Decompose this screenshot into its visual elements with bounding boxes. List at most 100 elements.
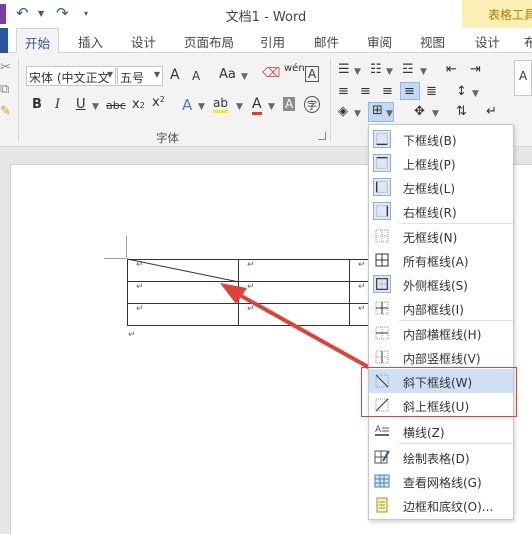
line-spacing-icon[interactable]: ↕ [456, 84, 467, 99]
font-name-dropdown-icon[interactable]: ▼ [107, 70, 113, 79]
italic-button[interactable]: I [55, 97, 60, 112]
sort-icon[interactable]: ⇅ [456, 104, 467, 119]
font-color-button[interactable]: A [252, 96, 262, 115]
shading-dropdown-icon[interactable]: ▼ [354, 109, 361, 119]
align-right-icon[interactable]: ≡ [382, 84, 393, 99]
clear-formatting-icon[interactable]: ⌫ [262, 66, 280, 81]
menu-item-label: 边框和底纹(O)... [403, 500, 494, 514]
menu-item-outside-borders[interactable]: 外侧框线(S) [369, 272, 513, 296]
menu-item-no-border[interactable]: 无框线(N) [369, 224, 513, 248]
menu-item-draw-table[interactable]: 绘制表格(D) [369, 445, 513, 469]
align-left-icon[interactable]: ≡ [338, 84, 349, 99]
paragraph-mark: ↵ [128, 330, 136, 340]
bullets-dropdown-icon[interactable]: ▼ [354, 67, 361, 77]
character-shading-button[interactable]: A [283, 97, 296, 111]
font-size-dropdown-icon[interactable]: ▼ [154, 70, 160, 79]
distributed-icon[interactable]: ≣ [426, 84, 437, 99]
styles-gallery[interactable]: A [514, 60, 532, 96]
table-cell[interactable]: ↵ [127, 259, 239, 282]
increase-indent-icon[interactable]: ⇥ [470, 62, 481, 77]
asian-layout-dropdown-icon[interactable]: ▼ [432, 109, 439, 119]
table-cell[interactable]: ↵ [127, 303, 239, 326]
table-cell[interactable]: ↵ [238, 281, 350, 304]
tab-design[interactable]: 设计 [131, 32, 156, 51]
bullets-icon[interactable]: ☰ [338, 62, 350, 77]
menu-item-left-border[interactable]: 左框线(L) [369, 175, 513, 199]
subscript-button[interactable]: x2 [132, 97, 145, 112]
top-border-icon [373, 154, 391, 172]
multilevel-dropdown-icon[interactable]: ▼ [420, 67, 427, 77]
tab-table-design[interactable]: 设计 [475, 32, 500, 51]
character-border-button[interactable]: A [305, 66, 320, 82]
decrease-indent-icon[interactable]: ⇤ [446, 62, 457, 77]
align-center-icon[interactable]: ≡ [360, 84, 371, 99]
asian-layout-icon[interactable]: ✥ [414, 104, 425, 119]
text-effects-button[interactable]: A [182, 96, 192, 114]
format-painter-icon[interactable]: ✎ [0, 104, 11, 119]
menu-item-label: 内部框线(I) [403, 303, 464, 317]
superscript-button[interactable]: x2 [152, 95, 165, 110]
menu-item-all-borders[interactable]: 所有框线(A) [369, 248, 513, 272]
change-case-button[interactable]: Aa [219, 67, 236, 82]
tab-page-layout[interactable]: 页面布局 [184, 32, 234, 51]
font-color-dropdown-icon[interactable]: ▼ [268, 102, 275, 112]
font-name-combo[interactable]: 宋体 (中文正文 ▼ [26, 66, 116, 86]
font-dialog-launcher[interactable] [318, 132, 326, 140]
shading-icon[interactable]: ◈ [338, 104, 348, 119]
tab-view[interactable]: 视图 [420, 32, 445, 51]
menu-item-top-border[interactable]: 上框线(P) [369, 151, 513, 175]
menu-item-right-border[interactable]: 右框线(R) [369, 199, 513, 223]
menu-item-bottom-border[interactable]: 下框线(B) [369, 127, 513, 151]
cut-icon[interactable]: ✂ [0, 60, 11, 75]
grow-font-button[interactable]: A [170, 67, 180, 83]
menu-item-label: 所有框线(A) [403, 255, 469, 269]
highlight-dropdown-icon[interactable]: ▼ [236, 102, 243, 112]
table-cell[interactable]: ↵ [238, 303, 350, 326]
menu-item-borders-shading[interactable]: 边框和底纹(O)... [369, 493, 513, 517]
diagonal-down-border-icon [375, 374, 389, 388]
table-cell[interactable]: ↵ [127, 281, 239, 304]
menu-item-diagonal-down[interactable]: 斜下框线(W) [369, 369, 513, 393]
font-size-combo[interactable]: 五号 ▼ [117, 66, 163, 86]
highlight-color-button[interactable]: ab [213, 96, 228, 113]
tab-review[interactable]: 审阅 [367, 32, 392, 51]
menu-item-inside-vertical[interactable]: 内部竖框线(V) [369, 345, 513, 369]
outside-borders-icon [373, 275, 391, 293]
table-cell[interactable]: ↵ [238, 259, 350, 282]
draw-table-icon [374, 450, 390, 464]
borders-dropdown-icon[interactable]: ▼ [386, 109, 393, 119]
tab-insert[interactable]: 插入 [78, 32, 103, 51]
shrink-font-button[interactable]: A [192, 69, 200, 83]
menu-item-horizontal-line[interactable]: A 横线(Z) [369, 419, 513, 443]
tab-references[interactable]: 引用 [260, 32, 285, 51]
copy-icon[interactable]: ⧉ [0, 82, 9, 97]
enclose-characters-button[interactable]: 字 [304, 96, 320, 113]
strikethrough-button[interactable]: abc [106, 99, 126, 112]
tab-table-layout[interactable]: 布 [524, 32, 532, 51]
underline-button[interactable]: U [76, 97, 86, 112]
line-spacing-dropdown-icon[interactable]: ▼ [472, 89, 479, 99]
numbering-dropdown-icon[interactable]: ▼ [386, 67, 393, 77]
window-title: 文档1 - Word [225, 10, 307, 25]
menu-item-inside-horizontal[interactable]: 内部横框线(H) [369, 321, 513, 345]
svg-text:A: A [375, 425, 382, 435]
show-marks-icon[interactable]: ↵ [486, 104, 497, 119]
menu-item-inside-borders[interactable]: 内部框线(I) [369, 296, 513, 320]
numbering-icon[interactable]: ☷ [370, 62, 382, 77]
view-gridlines-icon [374, 474, 390, 488]
menu-item-label: 内部竖框线(V) [403, 352, 481, 366]
underline-dropdown-icon[interactable]: ▼ [92, 102, 99, 112]
text-effects-dropdown-icon[interactable]: ▼ [198, 102, 205, 112]
tab-file[interactable] [0, 28, 8, 53]
bold-button[interactable]: B [32, 97, 42, 112]
menu-item-view-gridlines[interactable]: 查看网格线(G) [369, 469, 513, 493]
phonetic-guide-button[interactable]: wén [284, 63, 305, 74]
change-case-dropdown-icon[interactable]: ▼ [241, 72, 248, 82]
font-group-label: 字体 [156, 131, 179, 145]
subscript-label: x [132, 97, 140, 112]
tab-mailings[interactable]: 邮件 [314, 32, 339, 51]
tab-home[interactable]: 开始 [16, 28, 60, 54]
multilevel-list-icon[interactable]: ☲ [402, 62, 414, 77]
menu-item-diagonal-up[interactable]: 斜上框线(U) [369, 393, 513, 417]
menu-item-label: 斜上框线(U) [403, 400, 470, 414]
